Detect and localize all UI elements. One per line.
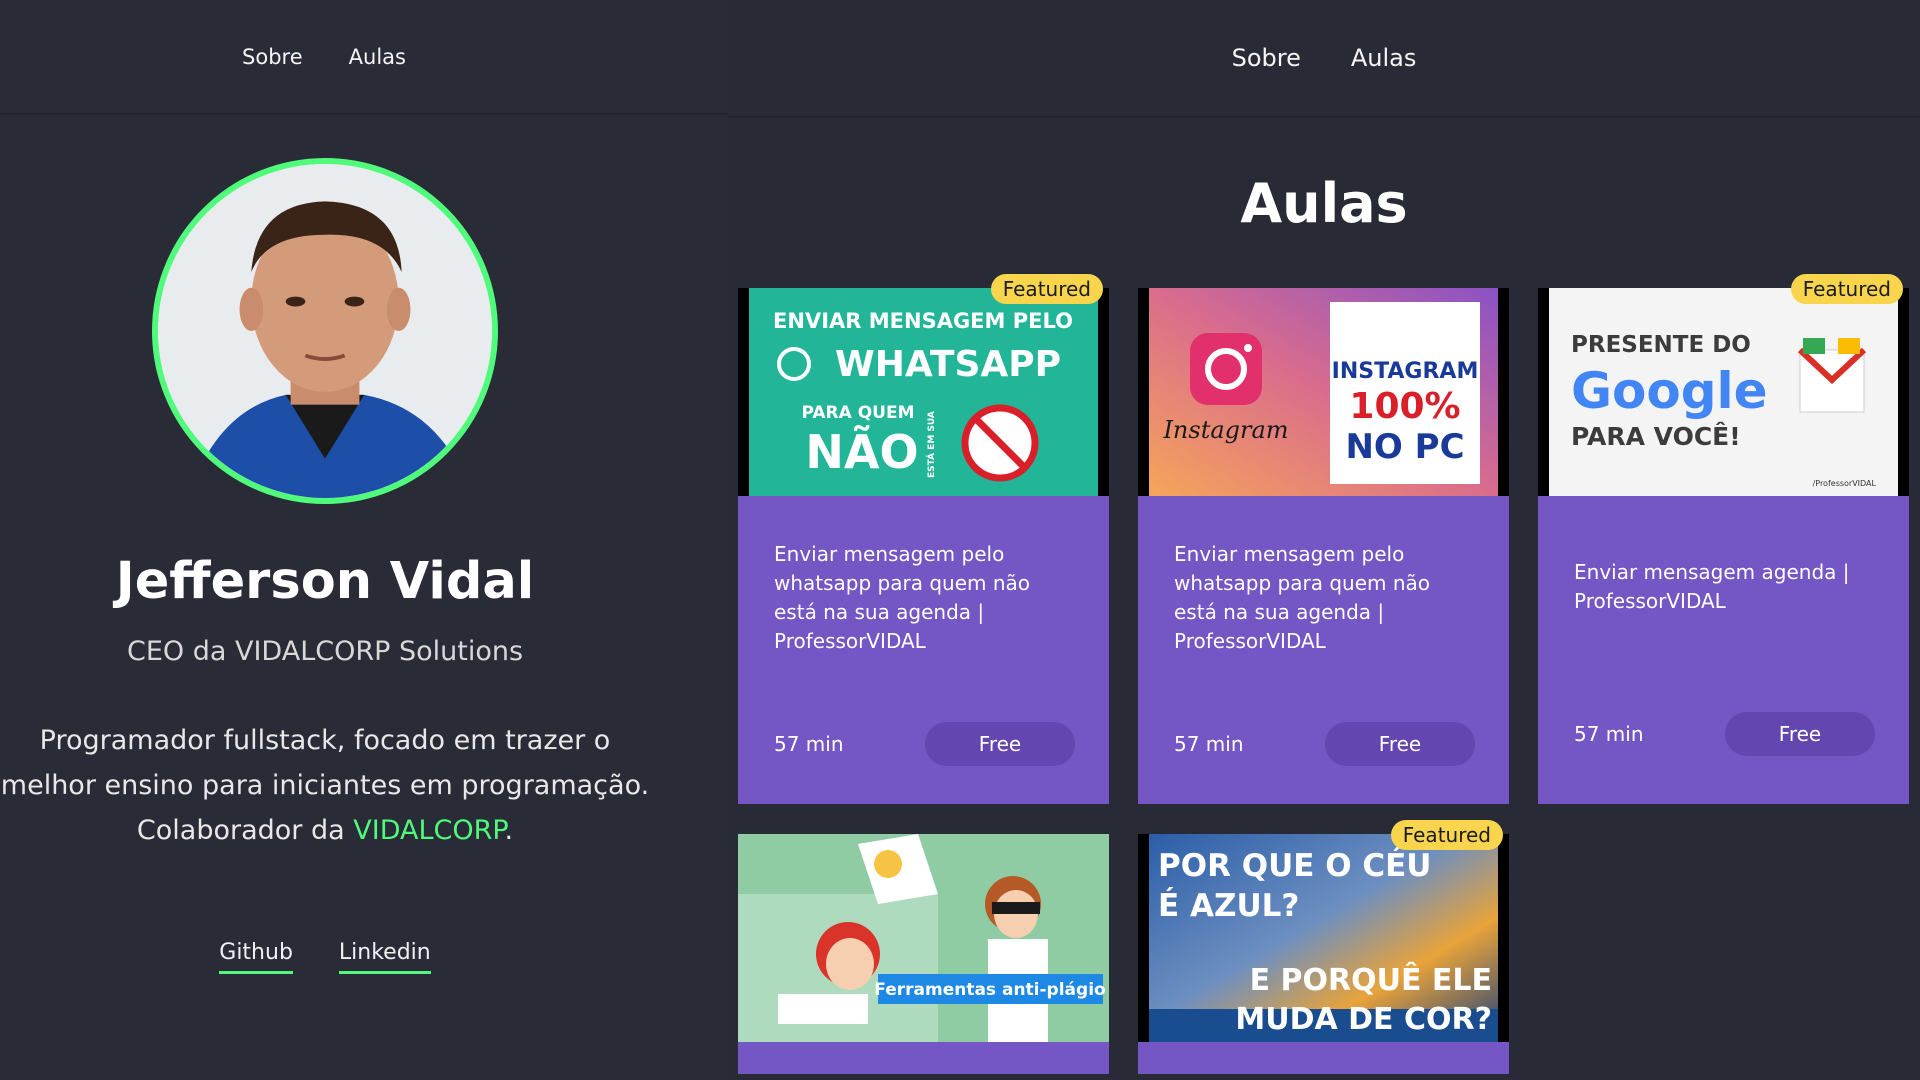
- thumb-text: MUDA DE COR?: [1235, 1002, 1492, 1037]
- featured-badge: Featured: [1390, 820, 1503, 850]
- class-card[interactable]: Ferramentas anti-plágio: [738, 834, 1109, 1074]
- social-links: Github Linkedin: [0, 940, 650, 974]
- classes-nav: Sobre Aulas: [728, 0, 1920, 118]
- free-button[interactable]: Free: [925, 722, 1075, 766]
- thumb-text: POR QUE O CÉU: [1158, 848, 1431, 884]
- profile-bio: Programador fullstack, focado em trazer …: [0, 718, 650, 853]
- thumb-text: E PORQUÊ ELE: [1250, 962, 1492, 998]
- class-card[interactable]: Featured PRESENTE DO Google PARA VOCÊ! /…: [1538, 274, 1909, 804]
- free-button[interactable]: Free: [1325, 722, 1475, 766]
- profile-nav: Sobre Aulas: [0, 0, 728, 115]
- class-thumbnail: PRESENTE DO Google PARA VOCÊ! /Professor…: [1538, 288, 1909, 496]
- class-thumbnail: POR QUE O CÉU É AZUL? E PORQUÊ ELE MUDA …: [1138, 834, 1509, 1042]
- instagram-thumbnail: Instagram INSTAGRAM 100% NO PC: [1138, 288, 1509, 496]
- thumb-text: Instagram: [1162, 416, 1288, 444]
- thumb-text: /ProfessorVIDAL: [1813, 479, 1877, 488]
- featured-badge: Featured: [990, 274, 1103, 304]
- thumb-text: NO PC: [1345, 427, 1464, 467]
- thumb-text: INSTAGRAM: [1332, 359, 1479, 384]
- avatar: [152, 158, 498, 504]
- thumb-text: NÃO: [805, 424, 918, 479]
- whatsapp-thumbnail: ENVIAR MENSAGEM PELO WHATSAPP PARA QUEM …: [738, 288, 1109, 496]
- card-title: Enviar mensagem agenda | ProfessorVIDAL: [1574, 560, 1850, 613]
- thumb-text: PARA VOCÊ!: [1571, 422, 1741, 451]
- bio-line-1: Programador fullstack, focado em trazer …: [39, 725, 611, 756]
- featured-badge: Featured: [1790, 274, 1903, 304]
- classes-panel: Sobre Aulas Aulas Featured ENVIAR MENSAG…: [728, 0, 1920, 1080]
- class-thumbnail: ENVIAR MENSAGEM PELO WHATSAPP PARA QUEM …: [738, 288, 1109, 496]
- bio-prefix: Colaborador da: [136, 815, 354, 846]
- vidalcorp-link[interactable]: VIDALCORP: [353, 815, 504, 846]
- nav-sobre-link[interactable]: Sobre: [1232, 44, 1301, 72]
- bio-line-2: melhor ensino para iniciantes em program…: [0, 770, 650, 801]
- nav-aulas-link[interactable]: Aulas: [1351, 44, 1417, 72]
- card-meta: 57 min Free: [1574, 712, 1875, 756]
- card-meta: 57 min Free: [774, 722, 1075, 766]
- class-thumbnail: Ferramentas anti-plágio: [738, 834, 1109, 1042]
- anti-plagio-thumbnail: Ferramentas anti-plágio: [738, 834, 1109, 1042]
- card-meta: 57 min Free: [1174, 722, 1475, 766]
- duration-label: 57 min: [1174, 732, 1244, 756]
- instagram-icon: [1190, 333, 1262, 405]
- thumb-text: ESTÁ EM SUA: [925, 411, 937, 478]
- section-title: Aulas: [1240, 172, 1408, 235]
- thumb-text: PRESENTE DO: [1571, 332, 1751, 358]
- class-card[interactable]: Featured POR QUE O CÉU É AZUL? E PORQUÊ …: [1138, 820, 1509, 1074]
- duration-label: 57 min: [1574, 722, 1644, 746]
- nav-aulas-link[interactable]: Aulas: [349, 45, 406, 69]
- bio-suffix: .: [504, 815, 514, 846]
- github-link[interactable]: Github: [219, 940, 293, 974]
- class-thumbnail: Instagram INSTAGRAM 100% NO PC: [1138, 288, 1509, 496]
- avatar-portrait: [158, 164, 492, 498]
- card-title: Enviar mensagem pelo whatsapp para quem …: [1174, 542, 1431, 653]
- thumb-text: É AZUL?: [1158, 888, 1299, 924]
- profile-role: CEO da VIDALCORP Solutions: [126, 636, 524, 667]
- sky-thumbnail: POR QUE O CÉU É AZUL? E PORQUÊ ELE MUDA …: [1138, 834, 1509, 1042]
- thumb-text: Ferramentas anti-plágio: [874, 980, 1105, 1000]
- profile-name: Jefferson Vidal: [115, 552, 535, 611]
- thumb-text: WHATSAPP: [835, 344, 1061, 385]
- card-body: [1138, 1042, 1509, 1074]
- bio-line-3: Colaborador da VIDALCORP.: [0, 808, 650, 853]
- nav-sobre-link[interactable]: Sobre: [242, 45, 303, 69]
- card-body: Enviar mensagem pelo whatsapp para quem …: [738, 496, 1109, 804]
- thumb-text: Google: [1571, 362, 1768, 420]
- linkedin-link[interactable]: Linkedin: [338, 940, 431, 974]
- card-body: Enviar mensagem agenda | ProfessorVIDAL …: [1538, 496, 1909, 804]
- profile-panel: Sobre Aulas Jefferson Vidal CEO da VIDAL…: [0, 0, 728, 1080]
- thumb-text: ENVIAR MENSAGEM PELO: [773, 309, 1073, 333]
- class-card[interactable]: Featured ENVIAR MENSAGEM PELO WHATSAPP P…: [738, 274, 1109, 804]
- google-thumbnail: PRESENTE DO Google PARA VOCÊ! /Professor…: [1538, 288, 1909, 496]
- card-title: Enviar mensagem pelo whatsapp para quem …: [774, 542, 1031, 653]
- lightbulb-icon: [874, 850, 902, 878]
- thumb-text: 100%: [1349, 386, 1460, 427]
- card-body: [738, 1042, 1109, 1074]
- thumb-text: PARA QUEM: [801, 403, 914, 423]
- card-body: Enviar mensagem pelo whatsapp para quem …: [1138, 496, 1509, 804]
- free-button[interactable]: Free: [1725, 712, 1875, 756]
- class-card[interactable]: Instagram INSTAGRAM 100% NO PC Enviar me…: [1138, 288, 1509, 804]
- duration-label: 57 min: [774, 732, 844, 756]
